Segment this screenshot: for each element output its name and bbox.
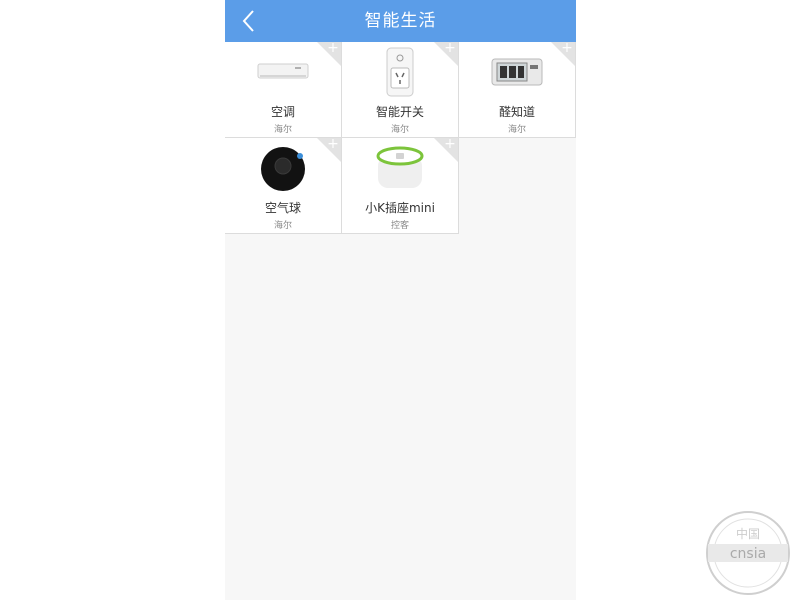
add-icon[interactable]: + <box>444 137 456 151</box>
device-card-socket-mini[interactable]: + 小K插座mini 控客 <box>342 137 459 234</box>
app-header: 智能生活 <box>225 0 576 42</box>
svg-text:cnsia: cnsia <box>730 546 766 562</box>
device-brand: 控客 <box>390 221 409 231</box>
device-brand: 海尔 <box>507 125 526 135</box>
watermark-seal: cnsia 中国 <box>706 511 790 595</box>
device-card-air-ball[interactable]: + 空气球 海尔 <box>225 137 342 234</box>
air-conditioner-icon <box>257 63 309 79</box>
air-ball-icon <box>261 147 305 191</box>
add-icon[interactable]: + <box>444 41 456 55</box>
phone-screen: 智能生活 + 空调 海尔 + 智能开关 海尔 + 醛知道 海尔 + 空气球 海尔… <box>225 0 576 600</box>
add-icon[interactable]: + <box>561 41 573 55</box>
device-name: 空气球 <box>264 201 301 215</box>
socket-mini-icon <box>376 146 424 188</box>
add-icon[interactable]: + <box>327 41 339 55</box>
device-name: 醛知道 <box>498 105 535 119</box>
page-title: 智能生活 <box>364 11 437 31</box>
device-card-formaldehyde[interactable]: + 醛知道 海尔 <box>459 41 576 138</box>
device-card-smart-switch[interactable]: + 智能开关 海尔 <box>342 41 459 138</box>
device-name: 小K插座mini <box>365 201 435 215</box>
device-name: 智能开关 <box>375 105 424 119</box>
device-card-aircon[interactable]: + 空调 海尔 <box>225 41 342 138</box>
add-icon[interactable]: + <box>327 137 339 151</box>
smart-plug-icon <box>386 47 414 97</box>
device-name: 空调 <box>270 105 295 119</box>
device-brand: 海尔 <box>273 125 292 135</box>
device-brand: 海尔 <box>273 221 292 231</box>
device-brand: 海尔 <box>390 125 409 135</box>
air-monitor-icon <box>491 58 543 86</box>
svg-text:中国: 中国 <box>736 526 760 541</box>
